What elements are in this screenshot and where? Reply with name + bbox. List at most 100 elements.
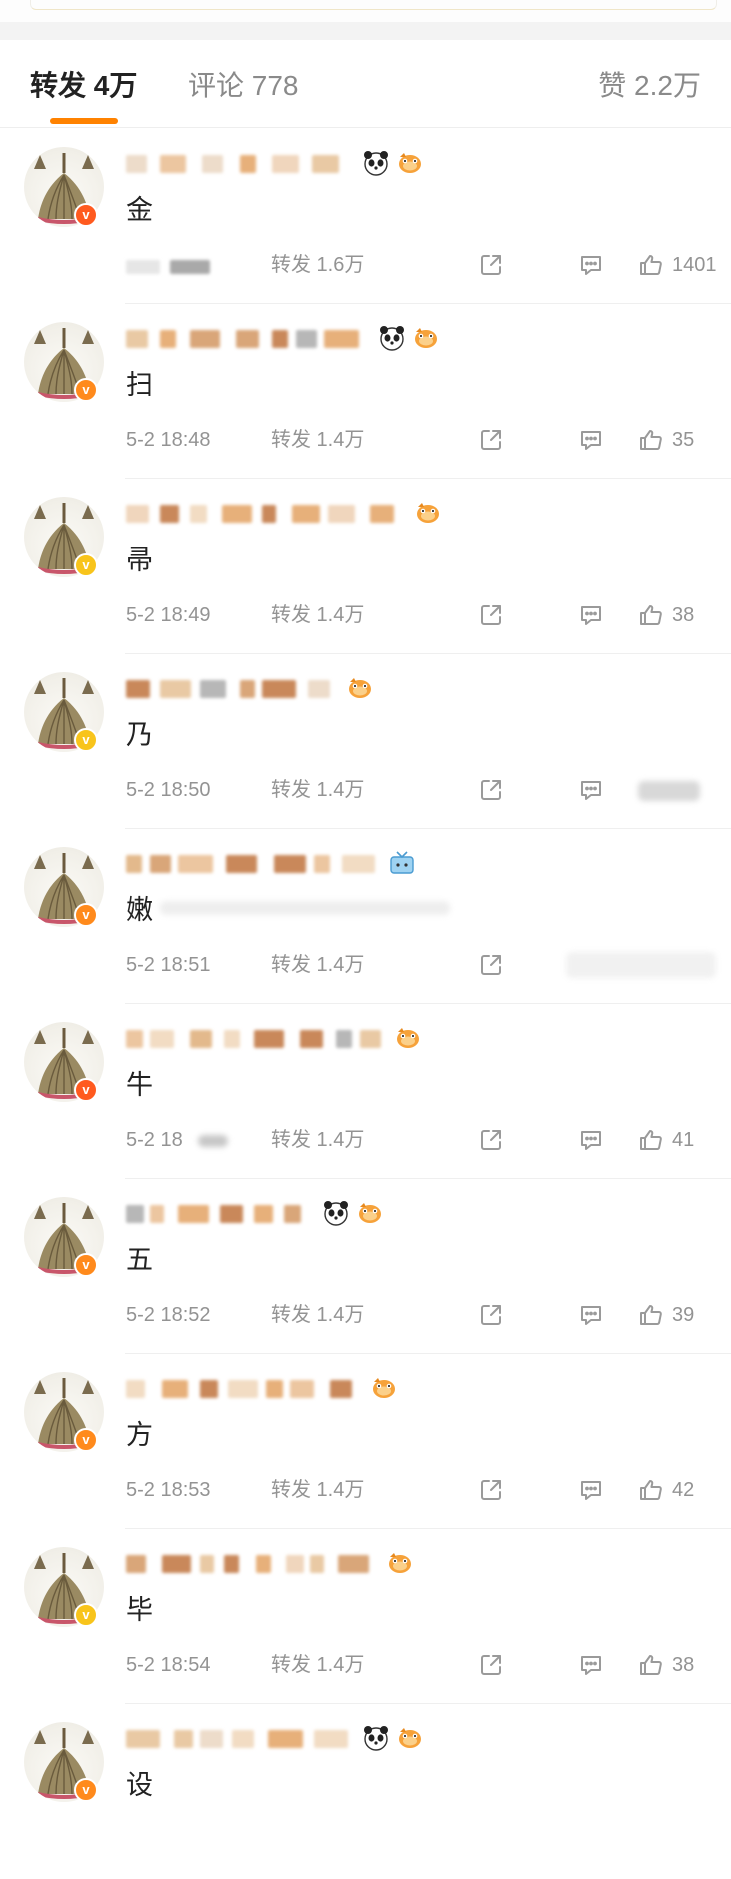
username-block xyxy=(228,1380,258,1398)
username-blurred[interactable] xyxy=(126,326,386,352)
comment-icon[interactable] xyxy=(578,427,604,453)
username-block xyxy=(360,1030,381,1048)
fish-emoji xyxy=(386,1549,414,1577)
username-block xyxy=(330,1380,352,1398)
like-icon[interactable] xyxy=(638,1127,664,1153)
username-block xyxy=(126,505,149,523)
share-icon[interactable] xyxy=(478,252,504,278)
share-icon[interactable] xyxy=(478,952,504,978)
fish-emoji xyxy=(414,499,442,527)
username-block xyxy=(224,1555,239,1573)
username-blurred[interactable] xyxy=(126,1551,386,1577)
like-icon[interactable] xyxy=(638,427,664,453)
username-blurred[interactable] xyxy=(126,151,386,177)
username-blurred[interactable] xyxy=(126,501,394,527)
list-item[interactable]: v 扫 5-2 18:48 转发 1.4万 35 xyxy=(0,304,731,479)
blurred-like-area xyxy=(638,781,700,801)
username-block xyxy=(370,505,394,523)
username-block xyxy=(126,1380,145,1398)
like-icon[interactable] xyxy=(638,252,664,278)
share-icon[interactable] xyxy=(478,1652,504,1678)
username-block xyxy=(328,505,355,523)
fish-emoji xyxy=(370,1374,398,1402)
share-icon[interactable] xyxy=(478,1477,504,1503)
comment-icon[interactable] xyxy=(578,252,604,278)
username-block xyxy=(202,155,223,173)
username-blurred[interactable] xyxy=(126,1026,386,1052)
share-icon[interactable] xyxy=(478,602,504,628)
verified-badge: v xyxy=(74,728,98,752)
repost-count: 转发 1.4万 xyxy=(271,1129,365,1151)
username-block xyxy=(160,155,186,173)
like-icon[interactable] xyxy=(638,1302,664,1328)
list-item[interactable]: v 帚 5-2 18:49 转发 1.4万 38 xyxy=(0,479,731,654)
list-item[interactable]: v 毕 5-2 18:54 转发 1.4万 38 xyxy=(0,1529,731,1704)
username-block xyxy=(292,505,320,523)
list-item[interactable]: v 方 5-2 18:53 转发 1.4万 42 xyxy=(0,1354,731,1529)
tab-likes[interactable]: 赞 2.2万 xyxy=(598,70,701,102)
fish-emoji xyxy=(346,674,374,702)
username-blurred[interactable] xyxy=(126,851,386,877)
username-block xyxy=(272,155,299,173)
username-block xyxy=(150,855,171,873)
share-icon[interactable] xyxy=(478,777,504,803)
share-icon[interactable] xyxy=(478,1127,504,1153)
repost-text: 五 xyxy=(126,1245,153,1275)
share-icon[interactable] xyxy=(478,427,504,453)
repost-time: 5-2 18:49 xyxy=(126,604,211,626)
username-block xyxy=(240,680,255,698)
repost-text: 帚 xyxy=(126,545,153,575)
username-block xyxy=(160,330,176,348)
repost-time: 5-2 18:53 xyxy=(126,1479,211,1501)
comment-icon[interactable] xyxy=(578,1477,604,1503)
repost-count: 转发 1.4万 xyxy=(271,1304,365,1326)
blurred-action-area xyxy=(566,952,716,978)
list-item[interactable]: v 乃 5-2 18:50 转发 1.4万 xyxy=(0,654,731,829)
list-item[interactable]: v 金 转发 1.6万 1401 xyxy=(0,129,731,304)
repost-text: 嫩 xyxy=(126,895,153,925)
list-item[interactable]: v 嫩 5-2 18:51 转发 1.4万 xyxy=(0,829,731,1004)
list-item[interactable]: v 设 xyxy=(0,1704,731,1879)
username-block xyxy=(232,1730,254,1748)
repost-time: 5-2 18:54 xyxy=(126,1654,211,1676)
username-block xyxy=(312,155,339,173)
verified-badge: v xyxy=(74,903,98,927)
repost-text: 乃 xyxy=(126,720,153,750)
username-block xyxy=(314,1730,348,1748)
like-icon[interactable] xyxy=(638,1477,664,1503)
list-item[interactable]: v 牛 5-2 18 转发 1.4万 41 xyxy=(0,1004,731,1179)
username-block xyxy=(290,1380,314,1398)
username-block xyxy=(272,330,288,348)
blurred-time-tail xyxy=(198,1135,228,1147)
repost-count: 转发 1.4万 xyxy=(271,1654,365,1676)
comment-icon[interactable] xyxy=(578,1302,604,1328)
comment-icon[interactable] xyxy=(578,1127,604,1153)
fish-emoji xyxy=(396,149,424,177)
comment-icon[interactable] xyxy=(578,1652,604,1678)
time-blurred xyxy=(126,260,236,274)
repost-text: 设 xyxy=(126,1770,153,1800)
username-blurred[interactable] xyxy=(126,1376,386,1402)
username-block xyxy=(190,505,207,523)
username-block xyxy=(220,1205,243,1223)
tab-comments[interactable]: 评论 778 xyxy=(188,70,299,102)
username-block xyxy=(200,1730,223,1748)
like-icon[interactable] xyxy=(638,1652,664,1678)
section-gap xyxy=(0,22,731,40)
list-item[interactable]: v 五 5-2 18:52 转发 1.4万 39 xyxy=(0,1179,731,1354)
username-block xyxy=(268,1730,303,1748)
username-block xyxy=(274,855,306,873)
share-icon[interactable] xyxy=(478,1302,504,1328)
username-block xyxy=(266,1380,283,1398)
like-icon[interactable] xyxy=(638,602,664,628)
repost-text: 金 xyxy=(126,195,153,225)
repost-text: 牛 xyxy=(126,1070,153,1100)
username-blurred[interactable] xyxy=(126,1726,386,1752)
comment-icon[interactable] xyxy=(578,602,604,628)
username-block xyxy=(240,155,256,173)
tab-reposts[interactable]: 转发 4万 xyxy=(30,70,137,102)
repost-time: 5-2 18:51 xyxy=(126,954,211,976)
like-count: 41 xyxy=(672,1129,695,1151)
comment-icon[interactable] xyxy=(578,777,604,803)
repost-count: 转发 1.4万 xyxy=(271,779,365,801)
